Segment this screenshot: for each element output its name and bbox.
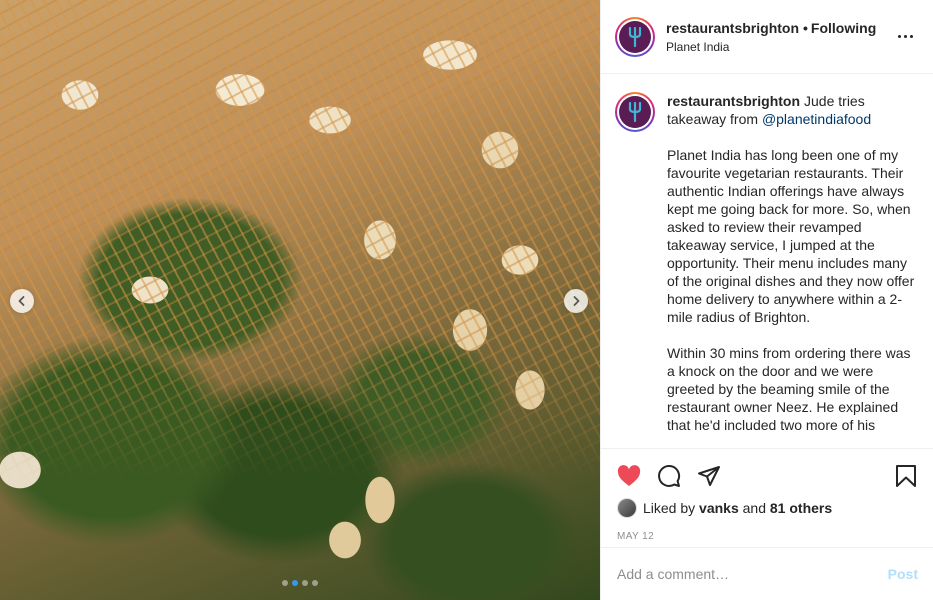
liker-username[interactable]: vanks [699,500,739,516]
carousel-indicator [0,580,600,586]
post-header: restaurantsbrighton • Following Planet Ind… [601,0,933,74]
likes-summary: Liked by vanks and 81 others [601,497,933,519]
photo-texture [0,0,600,600]
carousel-dot-active [292,580,298,586]
post-date: MAY 12 [617,531,655,542]
comment-input[interactable] [617,566,888,582]
comment-icon[interactable] [655,462,683,490]
heart-icon[interactable] [615,462,643,490]
caption-avatar[interactable] [615,92,655,132]
mention-link[interactable]: @planetindiafood [762,111,871,127]
fork-logo-icon [619,96,651,128]
carousel-dot [312,580,318,586]
avatar[interactable] [617,498,637,518]
carousel-dot [282,580,288,586]
following-button[interactable]: Following [811,20,876,36]
caption-username[interactable]: restaurantsbrighton [667,93,800,109]
likes-others-link[interactable]: 81 others [770,500,832,516]
share-icon[interactable] [695,462,723,490]
post-photo[interactable] [0,0,600,600]
avatar[interactable] [615,16,655,57]
carousel-next-button[interactable] [564,289,588,313]
location-link[interactable]: Planet India [666,39,893,55]
fork-logo-icon [619,20,651,53]
caption-paragraph: Within 30 mins from ordering there was a… [667,345,911,433]
carousel-dot [302,580,308,586]
carousel-prev-button[interactable] [10,289,34,313]
bookmark-icon[interactable] [892,462,920,490]
post-side-panel: restaurantsbrighton • Following Planet Ind… [600,0,933,600]
header-separator: • [803,19,808,36]
comment-bar: Post [601,547,933,600]
caption-paragraph: Planet India has long been one of my fav… [667,147,915,325]
post-comment-button[interactable]: Post [888,566,918,582]
caption-scroll-area[interactable]: restaurantsbrighton Jude tries takeaway f… [601,75,933,447]
caption-text: restaurantsbrighton Jude tries takeaway f… [667,92,922,434]
chevron-right-icon [573,296,580,306]
chevron-left-icon [18,296,25,306]
header-username[interactable]: restaurantsbrighton [666,20,799,36]
more-options-icon[interactable] [893,25,917,49]
